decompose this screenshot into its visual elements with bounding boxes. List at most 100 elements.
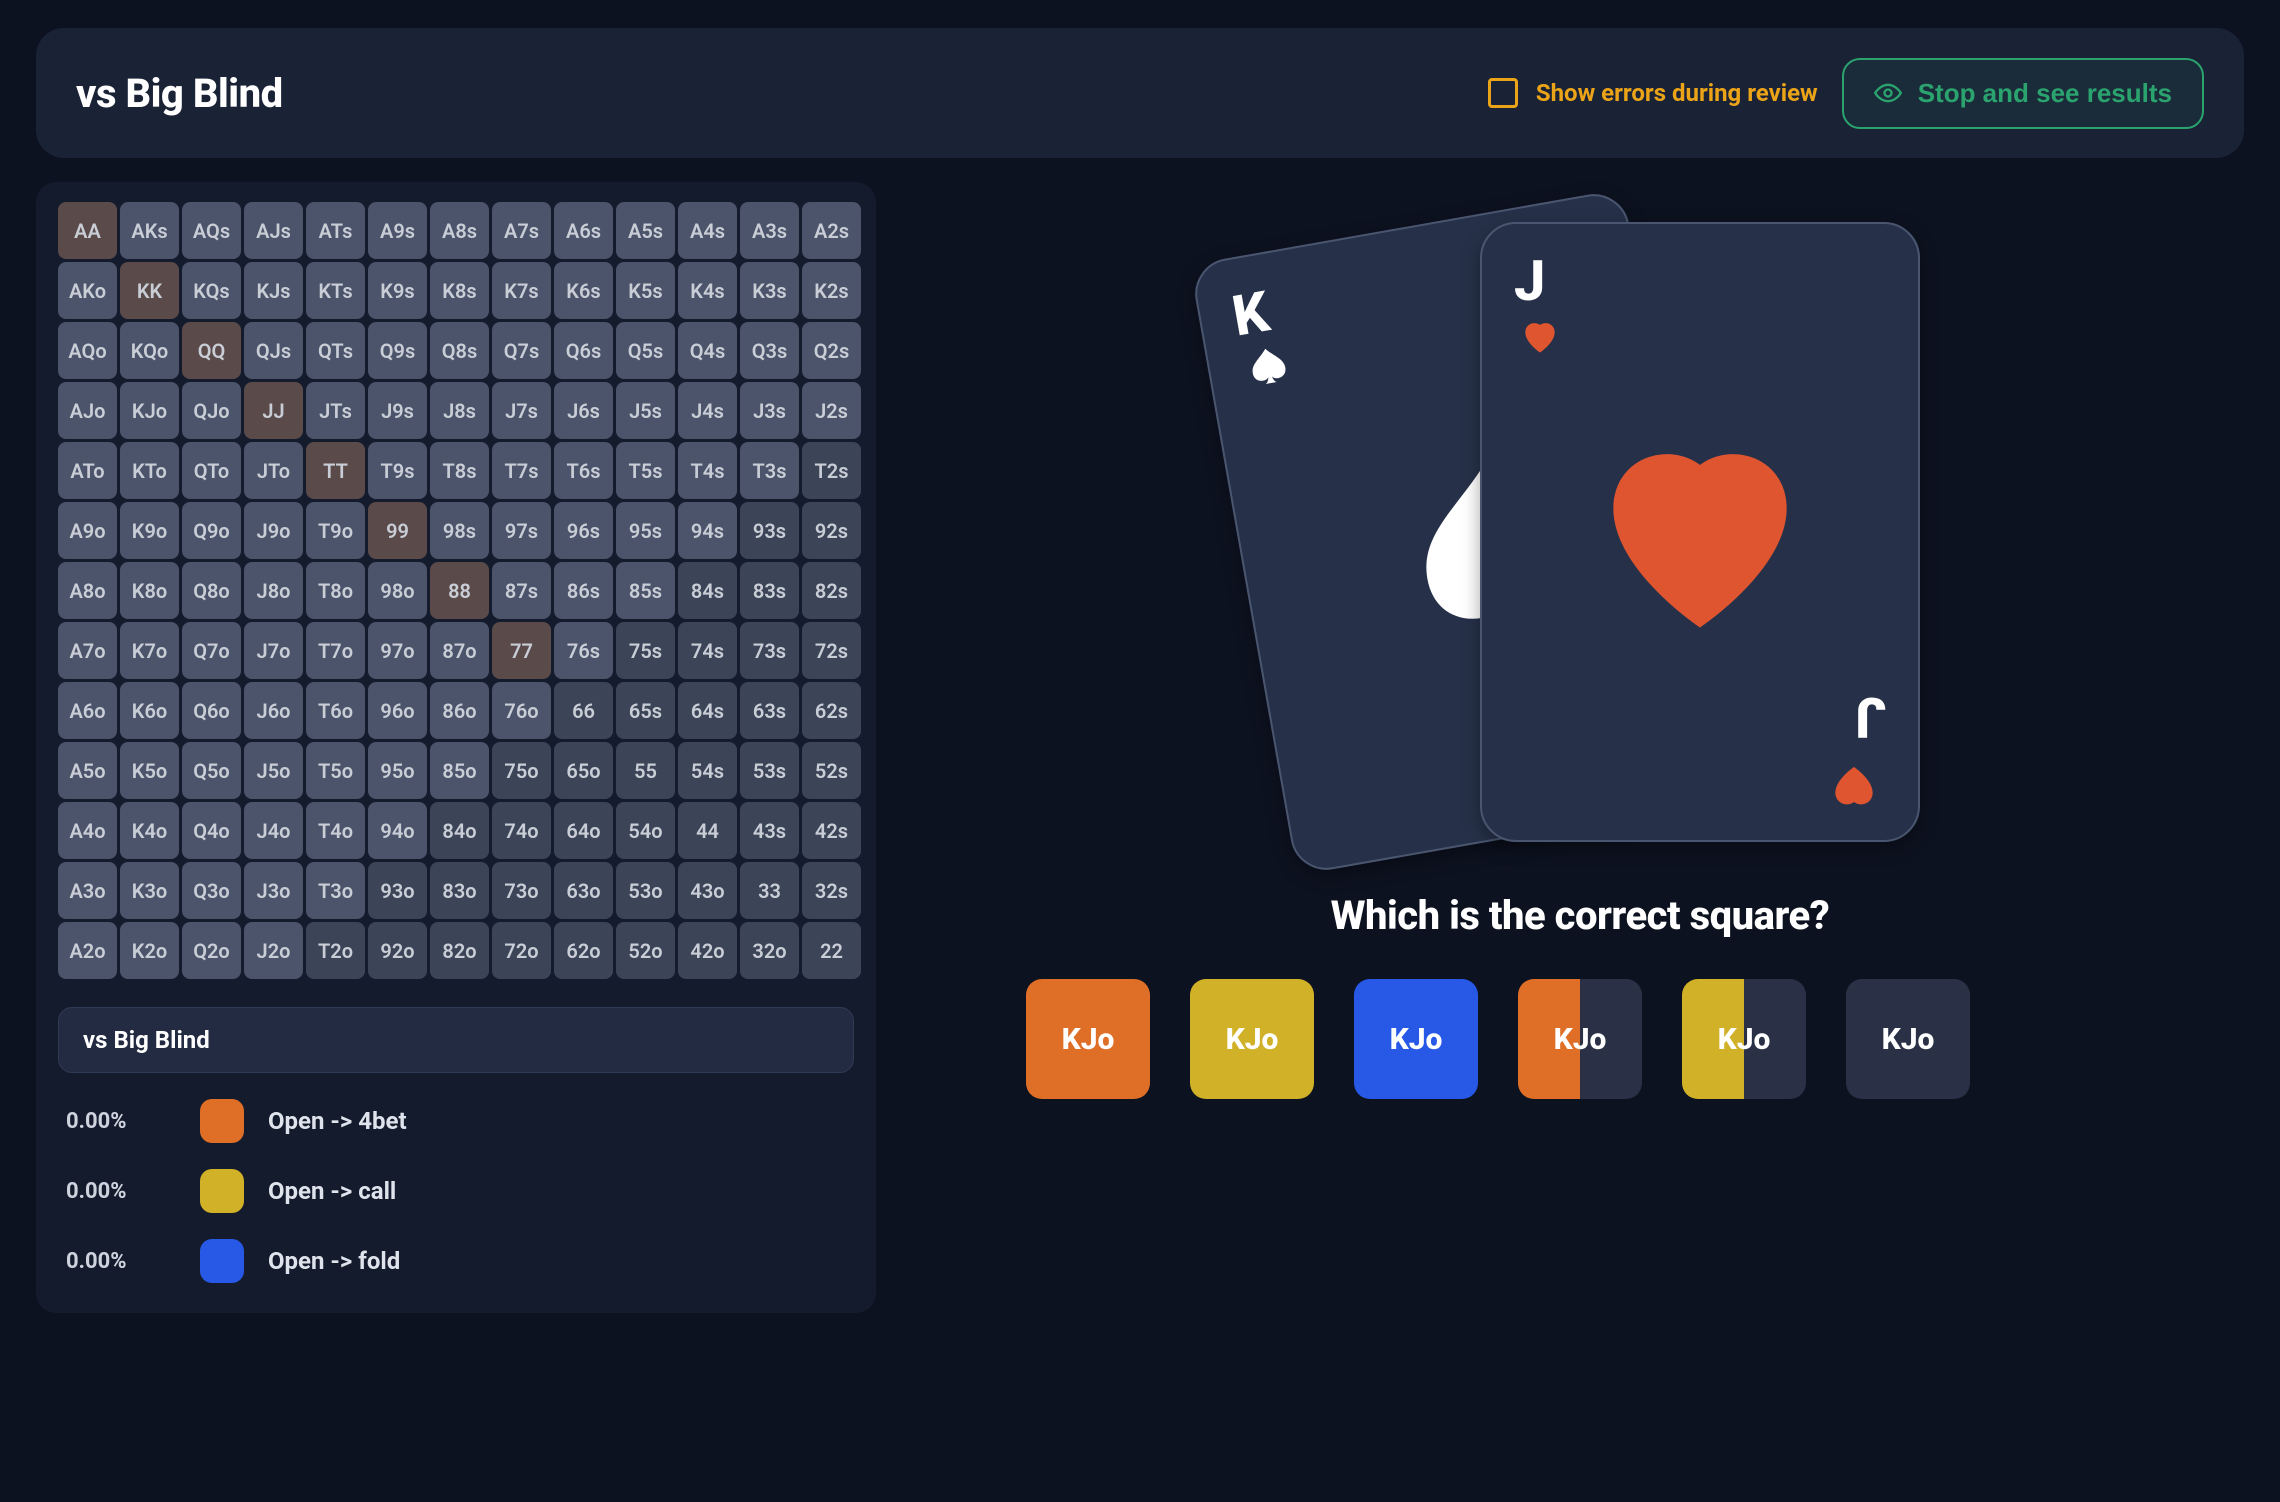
- hand-cell[interactable]: T7s: [492, 442, 551, 499]
- hand-cell[interactable]: A7s: [492, 202, 551, 259]
- hand-cell[interactable]: K5o: [120, 742, 179, 799]
- hand-cell[interactable]: T8s: [430, 442, 489, 499]
- hand-cell[interactable]: JTo: [244, 442, 303, 499]
- answer-choice[interactable]: KJo: [1846, 979, 1970, 1099]
- hand-cell[interactable]: K8o: [120, 562, 179, 619]
- hand-cell[interactable]: Q2o: [182, 922, 241, 979]
- hand-cell[interactable]: K7o: [120, 622, 179, 679]
- hand-cell[interactable]: T9s: [368, 442, 427, 499]
- answer-choice[interactable]: KJo: [1354, 979, 1478, 1099]
- hand-cell[interactable]: 65o: [554, 742, 613, 799]
- hand-cell[interactable]: 82o: [430, 922, 489, 979]
- hand-cell[interactable]: 53s: [740, 742, 799, 799]
- hand-cell[interactable]: 72o: [492, 922, 551, 979]
- hand-cell[interactable]: KTs: [306, 262, 365, 319]
- hand-cell[interactable]: 84s: [678, 562, 737, 619]
- hand-cell[interactable]: T4o: [306, 802, 365, 859]
- hand-cell[interactable]: 99: [368, 502, 427, 559]
- hand-cell[interactable]: K2o: [120, 922, 179, 979]
- hand-cell[interactable]: AA: [58, 202, 117, 259]
- hand-cell[interactable]: 86o: [430, 682, 489, 739]
- hand-cell[interactable]: A3s: [740, 202, 799, 259]
- hand-cell[interactable]: J5s: [616, 382, 675, 439]
- hand-cell[interactable]: J3o: [244, 862, 303, 919]
- hand-cell[interactable]: 62o: [554, 922, 613, 979]
- hand-cell[interactable]: 83s: [740, 562, 799, 619]
- hand-cell[interactable]: T5o: [306, 742, 365, 799]
- hand-cell[interactable]: K6o: [120, 682, 179, 739]
- answer-choice[interactable]: KJo: [1518, 979, 1642, 1099]
- hand-cell[interactable]: K3o: [120, 862, 179, 919]
- hand-cell[interactable]: 43o: [678, 862, 737, 919]
- hand-cell[interactable]: J2o: [244, 922, 303, 979]
- hand-cell[interactable]: KJo: [120, 382, 179, 439]
- hand-cell[interactable]: 87o: [430, 622, 489, 679]
- hand-cell[interactable]: A7o: [58, 622, 117, 679]
- hand-cell[interactable]: 97s: [492, 502, 551, 559]
- hand-cell[interactable]: A3o: [58, 862, 117, 919]
- hand-cell[interactable]: QQ: [182, 322, 241, 379]
- hand-cell[interactable]: Q6s: [554, 322, 613, 379]
- hand-cell[interactable]: 96o: [368, 682, 427, 739]
- hand-cell[interactable]: Q9o: [182, 502, 241, 559]
- hand-cell[interactable]: K4s: [678, 262, 737, 319]
- hand-cell[interactable]: T4s: [678, 442, 737, 499]
- hand-cell[interactable]: 54o: [616, 802, 675, 859]
- hand-cell[interactable]: 63s: [740, 682, 799, 739]
- hand-cell[interactable]: 84o: [430, 802, 489, 859]
- hand-cell[interactable]: J6o: [244, 682, 303, 739]
- hand-cell[interactable]: 86s: [554, 562, 613, 619]
- hand-cell[interactable]: 98o: [368, 562, 427, 619]
- hand-cell[interactable]: A6o: [58, 682, 117, 739]
- hand-cell[interactable]: Q6o: [182, 682, 241, 739]
- hand-cell[interactable]: KQs: [182, 262, 241, 319]
- hand-cell[interactable]: Q5o: [182, 742, 241, 799]
- hand-cell[interactable]: Q3s: [740, 322, 799, 379]
- hand-cell[interactable]: Q8s: [430, 322, 489, 379]
- hand-cell[interactable]: 42s: [802, 802, 861, 859]
- hand-cell[interactable]: 96s: [554, 502, 613, 559]
- hand-cell[interactable]: 97o: [368, 622, 427, 679]
- hand-cell[interactable]: 75s: [616, 622, 675, 679]
- hand-cell[interactable]: K8s: [430, 262, 489, 319]
- hand-cell[interactable]: K2s: [802, 262, 861, 319]
- hand-cell[interactable]: 92o: [368, 922, 427, 979]
- hand-cell[interactable]: T8o: [306, 562, 365, 619]
- hand-cell[interactable]: T3s: [740, 442, 799, 499]
- hand-cell[interactable]: Q5s: [616, 322, 675, 379]
- hand-cell[interactable]: AQo: [58, 322, 117, 379]
- hand-cell[interactable]: T3o: [306, 862, 365, 919]
- hand-cell[interactable]: Q7o: [182, 622, 241, 679]
- hand-cell[interactable]: JTs: [306, 382, 365, 439]
- answer-choice[interactable]: KJo: [1026, 979, 1150, 1099]
- hand-cell[interactable]: A4o: [58, 802, 117, 859]
- hand-cell[interactable]: 76s: [554, 622, 613, 679]
- hand-cell[interactable]: A5o: [58, 742, 117, 799]
- stop-results-button[interactable]: Stop and see results: [1842, 58, 2204, 129]
- hand-cell[interactable]: 94o: [368, 802, 427, 859]
- hand-cell[interactable]: J8o: [244, 562, 303, 619]
- hand-cell[interactable]: A2s: [802, 202, 861, 259]
- hand-cell[interactable]: T6s: [554, 442, 613, 499]
- hand-cell[interactable]: 65s: [616, 682, 675, 739]
- hand-cell[interactable]: 32s: [802, 862, 861, 919]
- hand-cell[interactable]: 22: [802, 922, 861, 979]
- hand-cell[interactable]: J7s: [492, 382, 551, 439]
- hand-cell[interactable]: Q9s: [368, 322, 427, 379]
- hand-cell[interactable]: T2o: [306, 922, 365, 979]
- hand-cell[interactable]: AKs: [120, 202, 179, 259]
- hand-cell[interactable]: K9s: [368, 262, 427, 319]
- hand-cell[interactable]: J9o: [244, 502, 303, 559]
- hand-cell[interactable]: 88: [430, 562, 489, 619]
- hand-cell[interactable]: 87s: [492, 562, 551, 619]
- hand-cell[interactable]: 55: [616, 742, 675, 799]
- hand-cell[interactable]: 64s: [678, 682, 737, 739]
- hand-cell[interactable]: J4s: [678, 382, 737, 439]
- hand-cell[interactable]: KK: [120, 262, 179, 319]
- hand-cell[interactable]: A6s: [554, 202, 613, 259]
- hand-cell[interactable]: QTo: [182, 442, 241, 499]
- hand-cell[interactable]: 85s: [616, 562, 675, 619]
- hand-cell[interactable]: K9o: [120, 502, 179, 559]
- hand-cell[interactable]: 72s: [802, 622, 861, 679]
- hand-cell[interactable]: 73s: [740, 622, 799, 679]
